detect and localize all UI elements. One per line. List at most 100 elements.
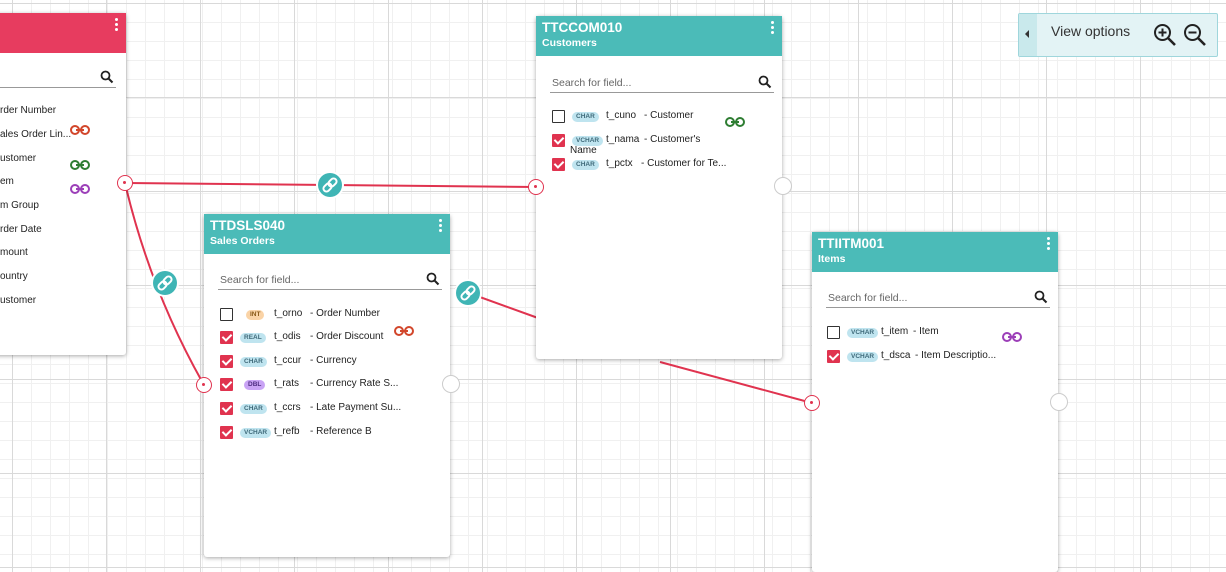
field-checkbox[interactable]	[220, 355, 233, 368]
field-checkbox[interactable]	[220, 308, 233, 321]
field-desc: - Reference B	[310, 426, 372, 437]
field-checkbox[interactable]	[220, 378, 233, 391]
field-row[interactable]: CHAR t_ccur - Currency	[220, 355, 440, 373]
type-badge: CHAR	[240, 404, 267, 414]
field-row[interactable]: CHAR t_ccrs - Late Payment Su...	[220, 402, 440, 420]
type-badge: CHAR	[572, 112, 599, 122]
table-code: TTCCOM010	[542, 20, 623, 35]
field-desc: - Order Number	[310, 308, 381, 319]
link-icon-orange[interactable]	[70, 123, 90, 141]
left-field-label: ustomer	[0, 295, 37, 306]
field-desc: - Late Payment Su...	[310, 402, 402, 413]
field-row[interactable]: VCHAR t_nama - Customer's Name	[552, 134, 772, 158]
left-table-search[interactable]	[0, 68, 116, 88]
chain-link-icon	[157, 275, 173, 291]
field-desc: - Item	[913, 326, 939, 337]
field-checkbox[interactable]	[552, 158, 565, 171]
field-desc: - Order Discount	[310, 331, 384, 342]
customers-table-card[interactable]: TTCCOM010 Customers CHAR t_cuno - Custom…	[536, 16, 782, 359]
field-name: t_nama	[606, 134, 640, 145]
left-table-header	[0, 13, 126, 53]
zoom-in-icon[interactable]	[1152, 22, 1178, 53]
customers-out-port[interactable]	[774, 177, 792, 195]
field-checkbox[interactable]	[552, 110, 565, 123]
link-icon-purple[interactable]	[70, 182, 90, 200]
field-row[interactable]: CHAR t_pctx - Customer for Te...	[552, 158, 772, 176]
sales-orders-in-port[interactable]	[196, 377, 212, 393]
items-in-port[interactable]	[804, 395, 820, 411]
field-name: t_odis	[274, 331, 301, 342]
items-table-card[interactable]: TTIITM001 Items VCHAR t_item - Item VCHA…	[812, 232, 1058, 572]
field-checkbox[interactable]	[827, 326, 840, 339]
chain-link-icon	[460, 285, 476, 301]
field-checkbox[interactable]	[220, 426, 233, 439]
kebab-menu-icon[interactable]	[771, 21, 775, 36]
field-desc: - Currency	[310, 355, 357, 366]
left-field-label: m Group	[0, 200, 39, 211]
search-input[interactable]	[550, 74, 756, 92]
field-checkbox[interactable]	[220, 331, 233, 344]
kebab-menu-icon[interactable]	[1047, 237, 1051, 252]
table-name: Items	[818, 253, 846, 265]
view-options-label[interactable]: View options	[1051, 23, 1130, 39]
kebab-menu-icon[interactable]	[115, 18, 119, 33]
zoom-out-icon[interactable]	[1182, 22, 1208, 53]
items-out-port[interactable]	[1050, 393, 1068, 411]
relation-link-button[interactable]	[456, 281, 480, 305]
sales-orders-out-port[interactable]	[442, 375, 460, 393]
field-name: t_dsca	[881, 350, 911, 361]
field-row[interactable]: VCHAR t_dsca - Item Descriptio...	[827, 350, 1047, 368]
field-name: t_refb	[274, 426, 300, 437]
search-icon[interactable]	[426, 272, 440, 291]
link-icon-orange[interactable]	[394, 324, 414, 342]
relation-line-customers-items[interactable]	[659, 361, 813, 404]
search-icon[interactable]	[1034, 290, 1048, 309]
relation-link-button[interactable]	[318, 173, 342, 197]
type-badge: DBL	[244, 380, 266, 390]
left-field-label: rder Number	[0, 105, 57, 116]
field-desc: - Customer for Te...	[641, 158, 727, 169]
table-code: TTDSLS040	[210, 218, 286, 233]
customers-table-header: TTCCOM010 Customers	[536, 16, 782, 56]
field-name: t_pctx	[606, 158, 633, 169]
sales-orders-table-header: TTDSLS040 Sales Orders	[204, 214, 450, 254]
search-input[interactable]	[218, 271, 424, 289]
type-badge: CHAR	[572, 160, 599, 170]
sales-orders-search[interactable]	[218, 270, 442, 290]
field-name: t_cuno	[606, 110, 637, 121]
caret-left-icon	[1025, 30, 1029, 38]
link-icon-green[interactable]	[70, 158, 90, 176]
field-checkbox[interactable]	[827, 350, 840, 363]
search-input[interactable]	[826, 289, 1032, 307]
type-badge: VCHAR	[240, 428, 272, 438]
field-row[interactable]: VCHAR t_refb - Reference B	[220, 426, 440, 444]
customers-search[interactable]	[550, 73, 774, 93]
type-badge: INT	[246, 310, 265, 320]
field-desc: - Customer's	[644, 134, 701, 145]
field-desc-cont: Name	[570, 145, 597, 156]
collapse-toggle-button[interactable]	[1019, 14, 1037, 56]
left-table-port[interactable]	[117, 175, 133, 191]
field-name: t_ccrs	[274, 402, 301, 413]
field-checkbox[interactable]	[552, 134, 565, 147]
kebab-menu-icon[interactable]	[439, 219, 443, 234]
items-table-header: TTIITM001 Items	[812, 232, 1058, 272]
field-checkbox[interactable]	[220, 402, 233, 415]
items-search[interactable]	[826, 288, 1050, 308]
field-desc: - Currency Rate S...	[310, 378, 399, 389]
type-badge: VCHAR	[847, 328, 879, 338]
search-icon[interactable]	[100, 70, 114, 89]
left-field-label: rder Date	[0, 224, 42, 235]
relation-link-button[interactable]	[153, 271, 177, 295]
customers-in-port[interactable]	[528, 179, 544, 195]
field-row[interactable]: DBL t_rats - Currency Rate S...	[220, 378, 440, 396]
type-badge: VCHAR	[847, 352, 879, 362]
link-icon-purple[interactable]	[1002, 330, 1022, 348]
field-name: t_orno	[274, 308, 303, 319]
chain-link-icon	[322, 177, 338, 193]
table-name: Customers	[542, 37, 597, 49]
left-table-card[interactable]: rder Number ales Order Lin... ustomer em…	[0, 13, 126, 355]
sales-orders-table-card[interactable]: TTDSLS040 Sales Orders INT t_orno - Orde…	[204, 214, 450, 557]
search-icon[interactable]	[758, 75, 772, 94]
link-icon-green[interactable]	[725, 115, 745, 133]
